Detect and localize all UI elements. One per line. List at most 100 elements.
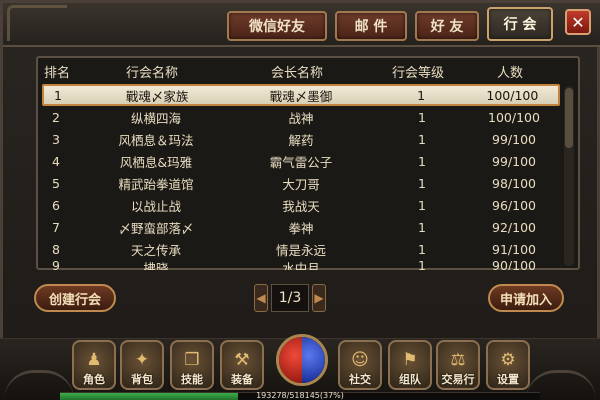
mp-orb-half [302, 337, 325, 383]
cell-member-count: 96/100 [492, 197, 536, 213]
action-label: 角色 [83, 373, 105, 386]
action-equipment-button[interactable]: ⚒ 装备 [220, 340, 264, 390]
cell-guild-level: 1 [418, 175, 426, 191]
tab-guild[interactable]: 行 会 [487, 7, 553, 41]
apply-join-button[interactable]: 申请加入 [488, 284, 564, 312]
experience-bar: 193278/518145(37%) [60, 391, 540, 400]
table-row[interactable]: 6 以战止战 我战天 1 96/100 [42, 194, 560, 216]
cell-guild-level: 1 [418, 258, 426, 270]
cell-guild-level: 1 [418, 153, 426, 169]
action-skill-button[interactable]: ❒ 技能 [170, 340, 214, 390]
cell-guild-name: 拂晓 [143, 261, 169, 270]
tab-wechat-friends[interactable]: 微信好友 [227, 11, 327, 41]
cell-leader-name: 情是永远 [275, 242, 326, 258]
header-rank: 排名 [44, 65, 71, 81]
cell-guild-name: 戰魂〆家族 [125, 88, 189, 104]
action-label: 装备 [231, 373, 253, 386]
cell-leader-name: 水中月 [282, 261, 320, 270]
next-page-button[interactable]: ▶ [312, 284, 326, 312]
close-icon[interactable]: ✕ [565, 9, 591, 35]
prev-page-button[interactable]: ◀ [254, 284, 268, 312]
action-label: 技能 [181, 373, 203, 386]
list-scrollbar[interactable] [564, 86, 574, 266]
cell-leader-name: 霸气雷公子 [269, 154, 333, 170]
cell-guild-name: 〆野蛮部落〆 [118, 220, 194, 236]
cell-member-count: 90/100 [492, 258, 536, 270]
cell-member-count: 99/100 [492, 153, 536, 169]
cell-guild-level: 1 [418, 131, 426, 147]
table-row[interactable]: 3 风栖息＆玛法 解药 1 99/100 [42, 128, 560, 150]
cell-guild-name: 风栖息&玛雅 [119, 154, 193, 170]
tab-mail[interactable]: 邮 件 [335, 11, 407, 41]
forge-hammer-icon: ⚒ [234, 350, 250, 370]
cell-guild-name: 风栖息＆玛法 [118, 132, 194, 148]
tab-friends[interactable]: 好 友 [415, 11, 479, 41]
create-guild-button[interactable]: 创建行会 [34, 284, 116, 312]
cell-rank: 3 [52, 131, 60, 147]
action-label: 设置 [497, 373, 519, 386]
hp-orb-half [279, 337, 302, 383]
action-character-button[interactable]: ♟ 角色 [72, 340, 116, 390]
social-icon: ☺ [351, 350, 369, 370]
action-settings-button[interactable]: ⚙ 设置 [486, 340, 530, 390]
cell-member-count: 91/100 [492, 241, 536, 257]
cell-rank: 1 [54, 87, 62, 103]
cell-guild-name: 天之传承 [130, 242, 181, 258]
cell-member-count: 98/100 [492, 175, 536, 191]
cell-guild-name: 纵横四海 [130, 110, 181, 126]
pagination: ◀ 1/3 ▶ [254, 282, 326, 314]
scroll-thumb[interactable] [565, 88, 573, 148]
hp-mp-orb [276, 334, 328, 386]
action-label: 背包 [131, 373, 153, 386]
action-bag-button[interactable]: ✦ 背包 [120, 340, 164, 390]
cell-rank: 9 [52, 258, 60, 270]
cell-rank: 4 [52, 153, 60, 169]
cell-leader-name: 拳神 [288, 220, 314, 236]
cell-member-count: 92/100 [492, 219, 536, 235]
header-guild-name: 行会名称 [125, 65, 178, 81]
table-row[interactable]: 7 〆野蛮部落〆 拳神 1 92/100 [42, 216, 560, 238]
action-auction-button[interactable]: ⚖ 交易行 [436, 340, 480, 390]
cell-member-count: 100/100 [488, 109, 540, 125]
action-label: 社交 [349, 373, 371, 386]
cell-guild-name: 以战止战 [130, 198, 181, 214]
cell-leader-name: 战神 [288, 110, 314, 126]
cell-leader-name: 解药 [288, 132, 314, 148]
table-row[interactable]: 9 拂晓 水中月 1 90/100 [42, 258, 560, 270]
cell-leader-name: 大刀哥 [282, 176, 320, 192]
auction-hammer-icon: ⚖ [450, 350, 466, 370]
cell-rank: 5 [52, 175, 60, 191]
tab-bar: 微信好友 邮 件 好 友 行 会 [227, 7, 553, 41]
header-member-count: 人数 [496, 65, 523, 81]
cell-guild-level: 1 [418, 219, 426, 235]
bag-icon: ✦ [134, 350, 150, 370]
experience-text: 193278/518145(37%) [256, 391, 344, 400]
cell-guild-level: 1 [418, 197, 426, 213]
skill-book-icon: ❒ [184, 350, 200, 370]
table-row[interactable]: 8 天之传承 情是永远 1 91/100 [42, 238, 560, 260]
character-icon: ♟ [86, 350, 102, 370]
action-label: 组队 [399, 373, 421, 386]
table-row[interactable]: 4 风栖息&玛雅 霸气雷公子 1 99/100 [42, 150, 560, 172]
gear-icon: ⚙ [500, 350, 516, 370]
cell-rank: 6 [52, 197, 60, 213]
table-row[interactable]: 2 纵横四海 战神 1 100/100 [42, 106, 560, 128]
header-guild-level: 行会等级 [391, 65, 444, 81]
header-leader-name: 会长名称 [270, 65, 323, 81]
table-row[interactable]: 1 戰魂〆家族 戰魂〆墨御 1 100/100 [42, 84, 560, 106]
cell-guild-level: 1 [418, 109, 426, 125]
cell-rank: 8 [52, 241, 60, 257]
cell-guild-name: 精武跆拳道馆 [118, 176, 194, 192]
cell-member-count: 99/100 [492, 131, 536, 147]
cell-rank: 7 [52, 219, 60, 235]
cell-leader-name: 我战天 [282, 198, 320, 214]
action-social-button[interactable]: ☺ 社交 [338, 340, 382, 390]
corner-ornament [7, 5, 67, 41]
cell-member-count: 100/100 [486, 87, 539, 103]
cell-guild-level: 1 [418, 241, 426, 257]
action-team-button[interactable]: ⚑ 组队 [388, 340, 432, 390]
cell-leader-name: 戰魂〆墨御 [269, 88, 333, 104]
page-indicator: 1/3 [271, 284, 309, 312]
guild-list-panel: 排名 行会名称 会长名称 行会等级 人数 1 戰魂〆家族 戰魂〆墨御 1 100… [36, 56, 580, 270]
table-row[interactable]: 5 精武跆拳道馆 大刀哥 1 98/100 [42, 172, 560, 194]
